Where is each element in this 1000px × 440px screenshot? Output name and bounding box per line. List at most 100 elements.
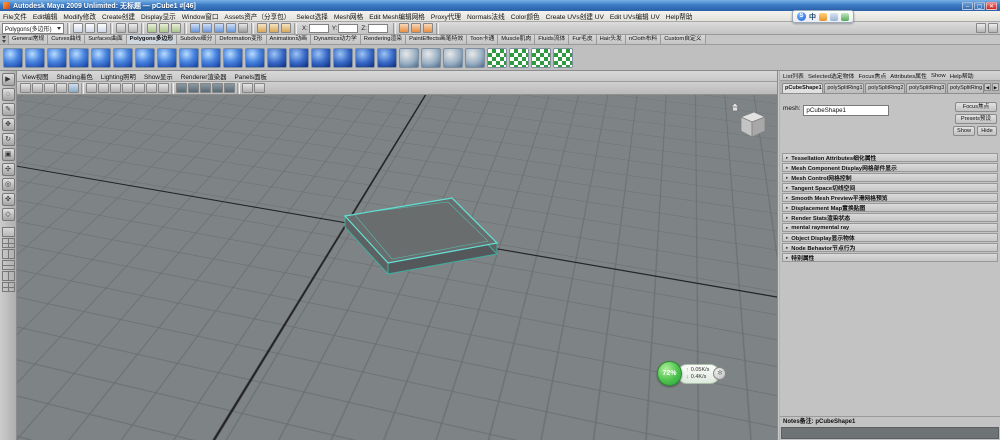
shelf-tab-polygons[interactable]: Polygons多边形	[126, 35, 178, 44]
polyCube-icon[interactable]	[25, 47, 45, 68]
ae-tab-polySplitRing3[interactable]: polySplitRing3	[906, 83, 947, 93]
menu-mesh[interactable]: Mesh网格	[334, 11, 363, 21]
coord-x-input[interactable]	[308, 23, 329, 33]
average-vertices-icon[interactable]	[421, 47, 441, 68]
use-lights-icon[interactable]	[212, 83, 223, 93]
select-component-icon[interactable]	[171, 23, 181, 33]
maximize-button[interactable]: ▢	[974, 1, 985, 10]
section-render-stats[interactable]: Render Stats渲染状态	[782, 213, 998, 222]
textured-mode-icon[interactable]	[200, 83, 211, 93]
isolate-select-icon[interactable]	[242, 83, 253, 93]
universal-manipulator-tool[interactable]: ✣	[1, 163, 15, 176]
extract-icon[interactable]	[311, 47, 331, 68]
divider[interactable]	[435, 22, 439, 34]
ae-tab-pCubeShape1[interactable]: pCubeShape1	[782, 83, 824, 93]
snap-curve-icon[interactable]	[202, 23, 212, 33]
camera-attributes-icon[interactable]	[44, 83, 55, 93]
divider[interactable]	[171, 82, 174, 94]
pcube-object[interactable]	[17, 95, 777, 440]
wireframe-mode-icon[interactable]	[176, 83, 187, 93]
polyPlane-icon[interactable]	[91, 47, 111, 68]
shader-checker-icon[interactable]	[509, 47, 529, 68]
render-settings-icon[interactable]	[422, 23, 433, 33]
coord-y-input[interactable]	[338, 23, 359, 33]
focus-button[interactable]: Focus焦点	[955, 102, 997, 112]
boolean-intersection-icon[interactable]	[377, 47, 397, 68]
undo-icon[interactable]	[116, 23, 126, 33]
redo-icon[interactable]	[128, 23, 138, 33]
persp-outliner-layout[interactable]	[1, 249, 15, 259]
section-mesh-component-display[interactable]: Mesh Component Display网格部件显示	[782, 163, 998, 172]
ae-menu-attributes[interactable]: Attributes属性	[890, 71, 927, 80]
menu-set-dropdown[interactable]: Polygons(多边形)	[2, 22, 64, 34]
four-pane-layout[interactable]	[1, 238, 15, 248]
section-smooth-mesh-preview[interactable]: Smooth Mesh Preview平滑网格预览	[782, 193, 998, 202]
ime-pen-icon[interactable]	[819, 12, 827, 21]
panel-menu-show[interactable]: Show显示	[144, 72, 173, 81]
panel-menu-panels[interactable]: Panels面板	[235, 72, 267, 81]
tab-scroll-left-icon[interactable]: ◀	[984, 83, 991, 91]
divider[interactable]	[392, 22, 396, 34]
minimize-button[interactable]: –	[962, 1, 973, 10]
image-plane-icon[interactable]	[68, 83, 79, 93]
menu-window[interactable]: Window窗口	[182, 11, 219, 21]
menu-edit-uvs[interactable]: Edit UVs编辑 UV	[610, 11, 660, 21]
select-hierarchy-icon[interactable]	[147, 23, 157, 33]
polyCylinder-icon[interactable]	[47, 47, 67, 68]
toggle-ui-right-icon[interactable]	[988, 23, 998, 33]
panel-menu-renderer[interactable]: Renderer渲染器	[181, 72, 227, 81]
divider[interactable]	[141, 22, 144, 34]
ae-menu-selected[interactable]: Selected选定物体	[808, 71, 855, 80]
menu-normals[interactable]: Normals法线	[467, 11, 505, 21]
toggle-ui-left-icon[interactable]	[976, 23, 986, 33]
polyTorus-icon[interactable]	[113, 47, 133, 68]
scale-tool[interactable]: ▣	[1, 148, 15, 161]
view-cube[interactable]	[727, 99, 767, 143]
rotate-tool[interactable]: ↻	[1, 133, 15, 146]
menu-modify[interactable]: Modify修改	[63, 11, 96, 21]
paint-vertex-color-icon[interactable]	[531, 47, 551, 68]
shelf-tab-custom[interactable]: Custom自定义	[661, 35, 706, 44]
menu-proxy[interactable]: Proxy代理	[431, 11, 461, 21]
resolution-gate-icon[interactable]	[110, 83, 121, 93]
polyHelix-icon[interactable]	[201, 47, 221, 68]
show-manipulator-tool[interactable]: ✜	[1, 193, 15, 206]
section-tangent-space[interactable]: Tangent Space切线空间	[782, 183, 998, 192]
sculpt-geometry-icon[interactable]	[465, 47, 485, 68]
shelf-tab-animation[interactable]: Animation动画	[266, 35, 311, 44]
last-tool[interactable]: ◇	[1, 208, 15, 221]
ae-tab-polySplitRing2[interactable]: polySplitRing2	[865, 83, 906, 93]
menu-create-uvs[interactable]: Create UVs创建 UV	[546, 11, 604, 21]
field-chart-icon[interactable]	[134, 83, 145, 93]
perspective-viewport[interactable]: 72% ↑ 0.05K/s ↓ 0.4K/s ✻	[17, 95, 777, 440]
divider[interactable]	[110, 22, 113, 34]
section-tessellation-attributes[interactable]: Tessellation Attributes细化属性	[782, 153, 998, 162]
persp-graph-layout[interactable]	[1, 260, 15, 270]
panel-menu-shading[interactable]: Shading着色	[57, 72, 93, 81]
divider[interactable]	[237, 82, 240, 94]
ae-menu-focus[interactable]: Focus焦点	[858, 71, 886, 80]
ime-toolbox-icon[interactable]	[841, 12, 849, 21]
shaded-mode-icon[interactable]	[188, 83, 199, 93]
polySphere-icon[interactable]	[3, 47, 23, 68]
bookmark-icon[interactable]	[56, 83, 67, 93]
memory-percent-ball[interactable]: 72%	[657, 361, 682, 386]
snap-grid-icon[interactable]	[190, 23, 200, 33]
open-scene-icon[interactable]	[85, 23, 95, 33]
section-object-display[interactable]: Object Display显示物体	[782, 233, 998, 242]
camera-select-icon[interactable]	[20, 83, 31, 93]
select-tool[interactable]: ▶	[1, 73, 15, 86]
menu-assets[interactable]: Assets资产（分享包）	[224, 11, 290, 21]
shelf-menu-button[interactable]	[0, 35, 9, 44]
viewcube-home-icon[interactable]	[730, 102, 740, 108]
polyPrism-icon[interactable]	[135, 47, 155, 68]
paint-select-tool[interactable]: ✎	[1, 103, 15, 116]
divider[interactable]	[294, 22, 297, 34]
menu-display[interactable]: Display显示	[141, 11, 176, 21]
ae-menu-list[interactable]: List列表	[783, 71, 804, 80]
grid-toggle-icon[interactable]	[86, 83, 97, 93]
shelf-tab-deformation[interactable]: Deformation变形	[216, 35, 267, 44]
divider[interactable]	[184, 22, 187, 34]
divider[interactable]	[81, 82, 84, 94]
save-scene-icon[interactable]	[97, 23, 107, 33]
